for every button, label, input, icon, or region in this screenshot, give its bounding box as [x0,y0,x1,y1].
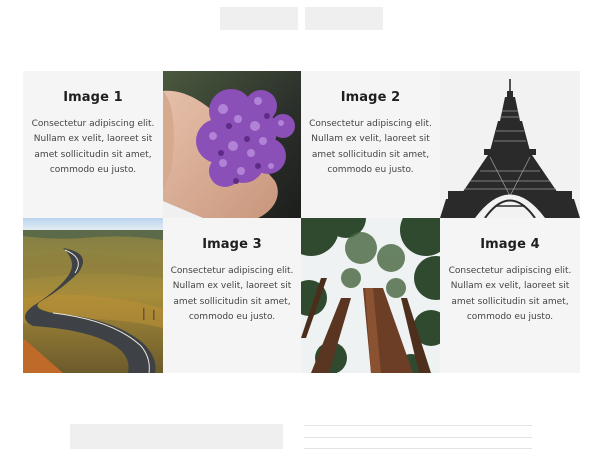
footer-divider-line [304,425,532,426]
image-grid: Image 1 Consectetur adipiscing elit. Nul… [23,71,580,373]
photo-lilac-hand[interactable] [163,71,301,218]
card-body: Consectetur adipiscing elit. Nullam ex v… [448,266,572,323]
card-image-3: Image 3 Consectetur adipiscing elit. Nul… [163,218,301,373]
redwood-trees-image [301,218,440,373]
photo-winding-road[interactable] [23,218,163,373]
card-image-4: Image 4 Consectetur adipiscing elit. Nul… [440,218,580,373]
card-title: Image 1 [63,90,123,105]
footer-divider-line [304,437,532,438]
footer-divider-line [304,448,532,449]
footer-placeholder-block [70,424,283,449]
top-nav-button-2[interactable] [305,7,383,30]
card-body: Consectetur adipiscing elit. Nullam ex v… [170,266,294,323]
photo-redwood-trees[interactable] [301,218,440,373]
card-body: Consectetur adipiscing elit. Nullam ex v… [309,119,432,176]
card-title: Image 4 [480,237,540,252]
card-image-1: Image 1 Consectetur adipiscing elit. Nul… [23,71,163,218]
card-title: Image 3 [202,237,262,252]
card-image-2: Image 2 Consectetur adipiscing elit. Nul… [301,71,440,218]
top-nav-button-1[interactable] [220,7,298,30]
card-body: Consectetur adipiscing elit. Nullam ex v… [31,119,155,176]
winding-road-image [23,218,163,373]
photo-eiffel-tower[interactable] [440,71,580,218]
eiffel-tower-image [440,71,580,218]
card-title: Image 2 [340,90,401,105]
lilac-hand-image [163,71,301,218]
